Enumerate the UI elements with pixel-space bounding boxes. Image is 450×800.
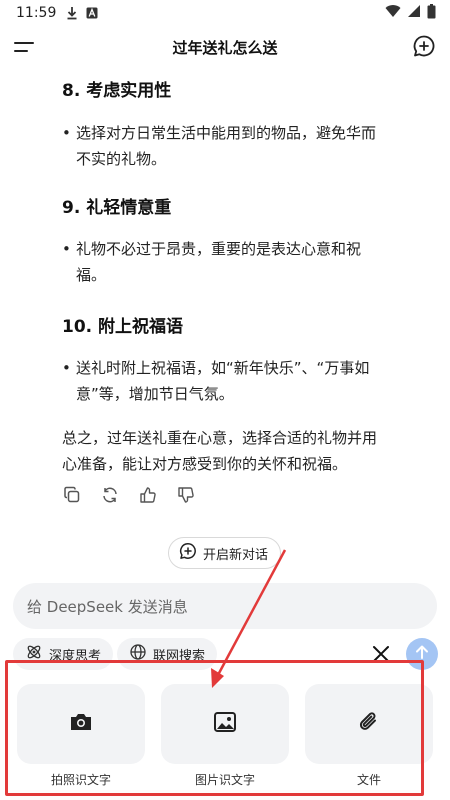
new-chat-icon[interactable] [412, 34, 436, 58]
menu-button[interactable] [14, 36, 40, 58]
close-icon[interactable] [370, 643, 392, 665]
bullet-line: 福。 [76, 266, 107, 284]
arrow-up-icon [414, 644, 430, 664]
image-ocr-label: 图片识文字 [194, 773, 255, 787]
app-a-icon [86, 7, 98, 19]
list-item: 送礼时附上祝福语，如“新年快乐”、“万事如 意”等，增加节日气氛。 [62, 355, 422, 407]
deep-think-toggle[interactable]: 深度思考 [13, 638, 114, 670]
regenerate-icon[interactable] [100, 485, 120, 505]
status-time: 11:59 [16, 5, 57, 21]
bullet-line: 送礼时附上祝福语，如“新年快乐”、“万事如 [76, 359, 370, 377]
message-actions [62, 485, 196, 505]
list-item: 选择对方日常生活中能用到的物品，避免华而 不实的礼物。 [62, 120, 422, 172]
image-ocr-button[interactable] [161, 684, 289, 764]
camera-icon [69, 712, 93, 736]
bullet-line: 意”等，增加节日气氛。 [76, 385, 234, 403]
globe-icon [129, 643, 147, 665]
file-label: 文件 [356, 773, 381, 787]
copy-icon[interactable] [62, 485, 82, 505]
wifi-icon [385, 4, 401, 22]
section-title: 9. 礼轻情意重 [62, 198, 172, 218]
send-button[interactable] [406, 638, 438, 670]
bullet-line: 不实的礼物。 [76, 150, 167, 168]
image-icon [213, 711, 237, 737]
deep-think-label: 深度思考 [49, 648, 102, 664]
new-dialog-label: 开启新对话 [203, 547, 269, 563]
atom-icon [25, 643, 43, 665]
section-title: 10. 附上祝福语 [62, 317, 184, 337]
file-button[interactable] [305, 684, 433, 764]
top-bar: 过年送礼怎么送 [0, 26, 450, 68]
message-input[interactable]: 给 DeepSeek 发送消息 [13, 583, 437, 629]
summary-line: 心准备，能让对方感受到你的关怀和祝福。 [62, 455, 348, 473]
signal-icon [407, 4, 421, 22]
attachment-panel: 拍照识文字 图片识文字 文件 [0, 680, 450, 800]
photo-ocr-button[interactable] [17, 684, 145, 764]
message-placeholder: 给 DeepSeek 发送消息 [27, 597, 188, 616]
list-item: 礼物不必过于昂贵，重要的是表达心意和祝 福。 [62, 236, 422, 288]
paperclip-icon [358, 710, 380, 738]
page-title: 过年送礼怎么送 [172, 38, 278, 57]
bullet-line: 礼物不必过于昂贵，重要的是表达心意和祝 [76, 240, 362, 258]
summary-line: 总之，过年送礼重在心意，选择合适的礼物并用 [62, 429, 378, 447]
status-bar: 11:59 [0, 0, 450, 26]
photo-ocr-label: 拍照识文字 [50, 773, 111, 787]
web-search-toggle[interactable]: 联网搜索 [117, 638, 218, 670]
chat-plus-icon [179, 542, 197, 564]
thumbs-down-icon[interactable] [176, 485, 196, 505]
new-dialog-button[interactable]: 开启新对话 [168, 537, 282, 569]
bullet-line: 选择对方日常生活中能用到的物品，避免华而 [76, 124, 377, 142]
thumbs-up-icon[interactable] [138, 485, 158, 505]
section-title: 8. 考虑实用性 [62, 81, 172, 101]
battery-icon [427, 3, 436, 23]
download-icon [66, 6, 78, 20]
summary-paragraph: 总之，过年送礼重在心意，选择合适的礼物并用 心准备，能让对方感受到你的关怀和祝福… [62, 425, 422, 477]
web-search-label: 联网搜索 [153, 648, 206, 664]
